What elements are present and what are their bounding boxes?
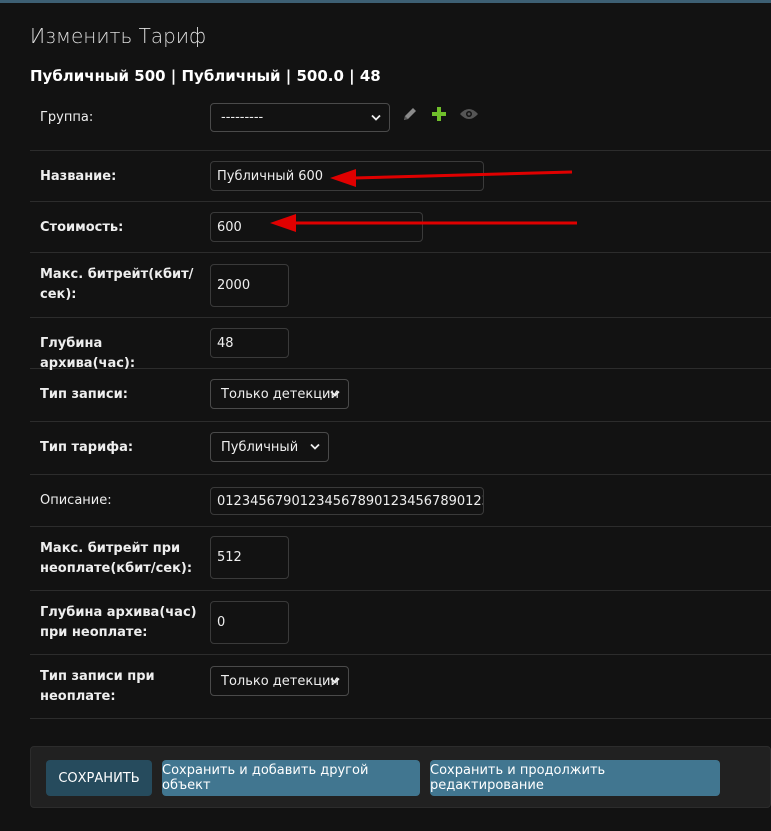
chevron-down-icon: [310, 443, 320, 450]
row-name: Название: Публичный 600: [30, 151, 771, 202]
save-and-add-another-button[interactable]: Сохранить и добавить другой объект: [162, 760, 420, 796]
pencil-icon[interactable]: [401, 105, 419, 123]
price-input-value: 600: [217, 219, 242, 235]
max-bitrate-label: Макс. битрейт(кбит/сек):: [40, 267, 194, 302]
name-label: Название:: [40, 169, 117, 184]
group-related-actions: [401, 105, 479, 123]
submit-row: Сохранить Сохранить и добавить другой об…: [30, 746, 771, 808]
archive-depth-input[interactable]: 48: [210, 328, 289, 358]
unpaid-bitrate-input[interactable]: 512: [210, 536, 289, 579]
row-unpaid-bitrate: Макс. битрейт при неоплате(кбит/сек): 51…: [30, 527, 771, 591]
unpaid-archive-depth-input[interactable]: 0: [210, 601, 289, 644]
max-bitrate-input-value: 2000: [217, 278, 251, 293]
group-select[interactable]: ---------: [210, 103, 390, 132]
unpaid-record-type-select[interactable]: Только детекции: [210, 666, 349, 696]
save-button[interactable]: Сохранить: [46, 760, 152, 796]
red-arrow-annotation: [270, 214, 577, 232]
unpaid-bitrate-label: Макс. битрейт при неоплате(кбит/сек):: [40, 541, 193, 576]
chevron-down-icon: [371, 114, 381, 121]
chevron-down-icon: [330, 677, 340, 684]
row-description: Описание: 012345679012345678901234567890…: [30, 475, 771, 527]
row-price: Стоимость: 600: [30, 202, 771, 253]
name-input-value: Публичный 600: [217, 168, 324, 184]
row-record-type: Тип записи: Только детекции: [30, 369, 771, 422]
row-archive-depth: Глубина архива(час): 48: [30, 318, 771, 371]
top-bar: [0, 0, 771, 3]
archive-depth-label: Глубина архива(час):: [40, 336, 136, 371]
row-tariff-type: Тип тарифа: Публичный: [30, 422, 771, 475]
group-label: Группа:: [40, 110, 94, 125]
tariff-form: Группа: --------- Название: Публичный 60…: [30, 87, 771, 719]
save-and-continue-button[interactable]: Сохранить и продолжить редактирование: [430, 760, 720, 796]
unpaid-bitrate-input-value: 512: [217, 550, 242, 565]
tariff-type-select[interactable]: Публичный: [210, 432, 329, 462]
unpaid-archive-depth-label: Глубина архива(час) при неоплате:: [40, 605, 197, 640]
tariff-type-label: Тип тарифа:: [40, 440, 134, 455]
unpaid-archive-depth-input-value: 0: [217, 615, 226, 630]
row-unpaid-record-type: Тип записи при неоплате: Только детекции: [30, 655, 771, 719]
object-title: Публичный 500 | Публичный | 500.0 | 48: [30, 67, 381, 85]
archive-depth-input-value: 48: [217, 335, 234, 351]
record-type-select[interactable]: Только детекции: [210, 379, 349, 409]
eye-icon[interactable]: [459, 107, 479, 121]
tariff-type-select-value: Публичный: [221, 439, 299, 455]
page-title: Изменить Тариф: [30, 24, 207, 48]
row-group: Группа: ---------: [30, 87, 771, 151]
record-type-label: Тип записи:: [40, 387, 128, 402]
group-select-value: ---------: [221, 110, 264, 125]
unpaid-record-type-label: Тип записи при неоплате:: [40, 669, 155, 704]
description-label: Описание:: [40, 493, 112, 508]
row-max-bitrate: Макс. битрейт(кбит/сек): 2000: [30, 253, 771, 318]
price-label: Стоимость:: [40, 220, 124, 235]
max-bitrate-input[interactable]: 2000: [210, 264, 289, 307]
description-input[interactable]: 0123456790123456789012345678901234567890…: [210, 487, 484, 515]
red-arrow-annotation: [330, 169, 573, 187]
unpaid-record-type-select-value: Только детекции: [221, 673, 339, 689]
chevron-down-icon: [330, 390, 340, 397]
record-type-select-value: Только детекции: [221, 386, 339, 402]
description-input-value: 0123456790123456789012345678901234567890…: [217, 493, 483, 509]
plus-icon[interactable]: [431, 106, 447, 122]
row-unpaid-archive-depth: Глубина архива(час) при неоплате: 0: [30, 591, 771, 655]
